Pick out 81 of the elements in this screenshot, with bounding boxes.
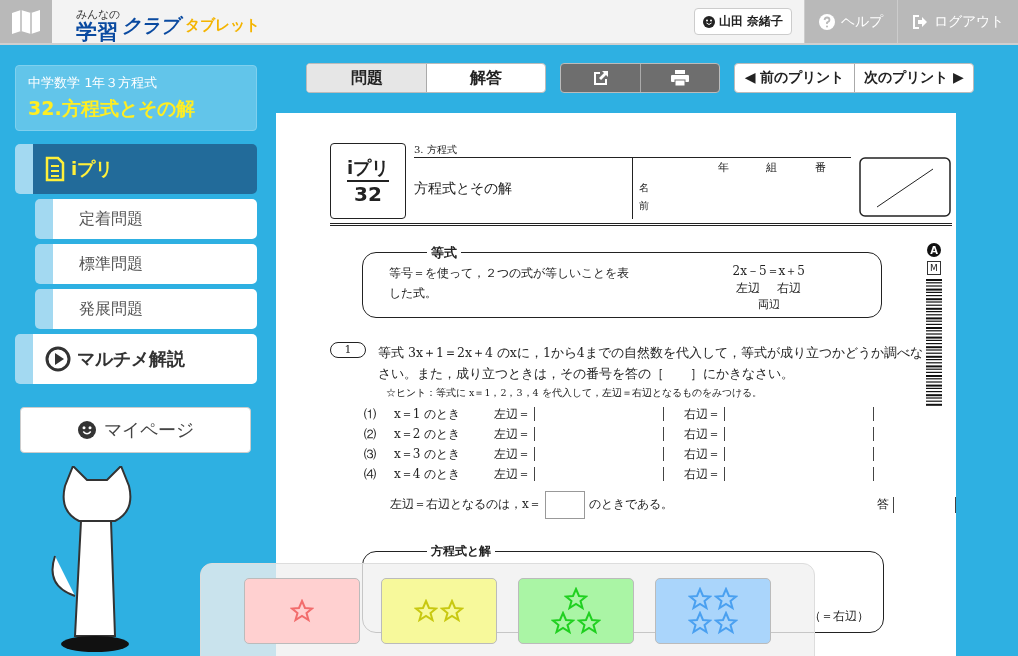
answer-label: 答 (877, 496, 890, 513)
rating-button[interactable] (655, 578, 771, 644)
user-button[interactable]: 山田 奈緒子 (693, 8, 792, 35)
item-number: ⑴ (364, 405, 377, 423)
lesson-title: 32.方程式とその解 (28, 96, 196, 121)
smiley-icon (77, 421, 96, 439)
item-number: ⑶ (364, 445, 377, 463)
logout-icon (912, 13, 928, 30)
star-icon (714, 587, 738, 611)
sidebar-item[interactable]: iプリ (15, 144, 257, 194)
condition-text: x＝4 のとき (394, 465, 462, 483)
unit-label: 3. 方程式 (414, 143, 632, 158)
grade-label: 番 (815, 160, 827, 175)
view-tab[interactable]: 問題 (307, 64, 426, 92)
document-icon (45, 156, 65, 182)
left-side-label: 左辺＝ (494, 405, 531, 423)
name-label: 名 (639, 181, 650, 195)
external-link-icon (592, 70, 609, 86)
view-tab[interactable]: 解答 (426, 64, 545, 92)
answer-blank[interactable] (893, 496, 956, 513)
both-sides-label: 両辺 (756, 297, 781, 312)
star-icon (688, 587, 712, 611)
name-label: 前 (639, 199, 650, 213)
star-icon (551, 611, 575, 635)
sidebar-subitem[interactable]: 定着問題 (35, 199, 257, 239)
star-icon (688, 611, 712, 635)
printer-icon (671, 70, 689, 86)
star-icon (564, 587, 588, 611)
definition-text: 等号＝を使って，２つの式が等しいことを表した式。 (389, 265, 630, 303)
right-side-label: 右辺 (776, 280, 803, 297)
star-icon (290, 599, 314, 623)
right-side-label: 右辺＝ (684, 445, 721, 463)
item-number: ⑵ (364, 425, 377, 443)
star-icon (714, 611, 738, 635)
star-icon (414, 599, 438, 623)
mypage-button[interactable]: マイページ (20, 407, 251, 453)
condition-text: x＝3 のとき (394, 445, 462, 463)
next-print-button[interactable]: 次のプリント ▶ (854, 64, 973, 92)
play-icon (45, 346, 71, 372)
star-icon (440, 599, 464, 623)
worksheet-title: 方程式とその解 (414, 180, 513, 198)
rating-button[interactable] (518, 578, 634, 644)
grade-label: 年 (717, 160, 729, 175)
help-icon (819, 13, 835, 30)
sidebar-subitem[interactable]: 標準問題 (35, 244, 257, 284)
equation-text: （＝右辺） (809, 607, 869, 625)
example-equation: 2x－5＝x＋5 (732, 263, 805, 280)
right-side-label: 右辺＝ (684, 465, 721, 483)
left-side-label: 左辺＝ (494, 465, 531, 483)
logo-caption: みんなの (76, 7, 120, 21)
condition-text: x＝2 のとき (394, 425, 462, 443)
answer-box[interactable] (544, 490, 586, 519)
left-side-label: 左辺 (735, 280, 762, 297)
left-side-label: 左辺＝ (494, 445, 531, 463)
worksheet-badge: iプリ 32 (330, 143, 406, 219)
previous-print-button[interactable]: ◀ 前のプリント (735, 64, 854, 92)
smiley-icon (702, 15, 715, 28)
level-mark: A (927, 243, 941, 257)
map-icon[interactable] (11, 9, 41, 34)
lesson-path: 中学数学 1年３方程式 (28, 74, 159, 92)
grade-label: 組 (766, 160, 778, 175)
media-mark: M (927, 261, 941, 275)
sidebar-subitem[interactable]: 発展問題 (35, 289, 257, 329)
condition-text: x＝1 のとき (394, 405, 462, 423)
item-number: ⑷ (364, 465, 377, 483)
section-heading: 方程式と解 (427, 542, 495, 560)
logo-text: 学習 (76, 22, 119, 43)
logo-tablet-text: タブレット (184, 16, 260, 36)
right-side-label: 右辺＝ (684, 425, 721, 443)
barcode-icon (926, 279, 942, 409)
rating-button[interactable] (244, 578, 360, 644)
left-side-label: 左辺＝ (494, 425, 531, 443)
sidebar-item[interactable]: マルチメ解説 (15, 334, 257, 384)
conclusion-text: のときである。 (589, 496, 674, 513)
right-side-label: 右辺＝ (684, 405, 721, 423)
conclusion-text: 左辺＝右辺となるのは，x＝ (390, 496, 541, 513)
problem-text: 等式 3x＋1＝2x＋4 のxに，1から4までの自然数を代入して，等式が成り立つかどうか調べなさい。また，成り立つときは，その番号を答の［ ］にかきなさい。 (378, 344, 924, 384)
rating-button[interactable] (381, 578, 497, 644)
definition-heading: 等式 (427, 244, 461, 262)
hint-text: ☆ヒント：等式に x＝1，2，3，4 を代入して，左辺＝右辺となるものをみつける。 (386, 386, 763, 400)
star-icon (577, 611, 601, 635)
